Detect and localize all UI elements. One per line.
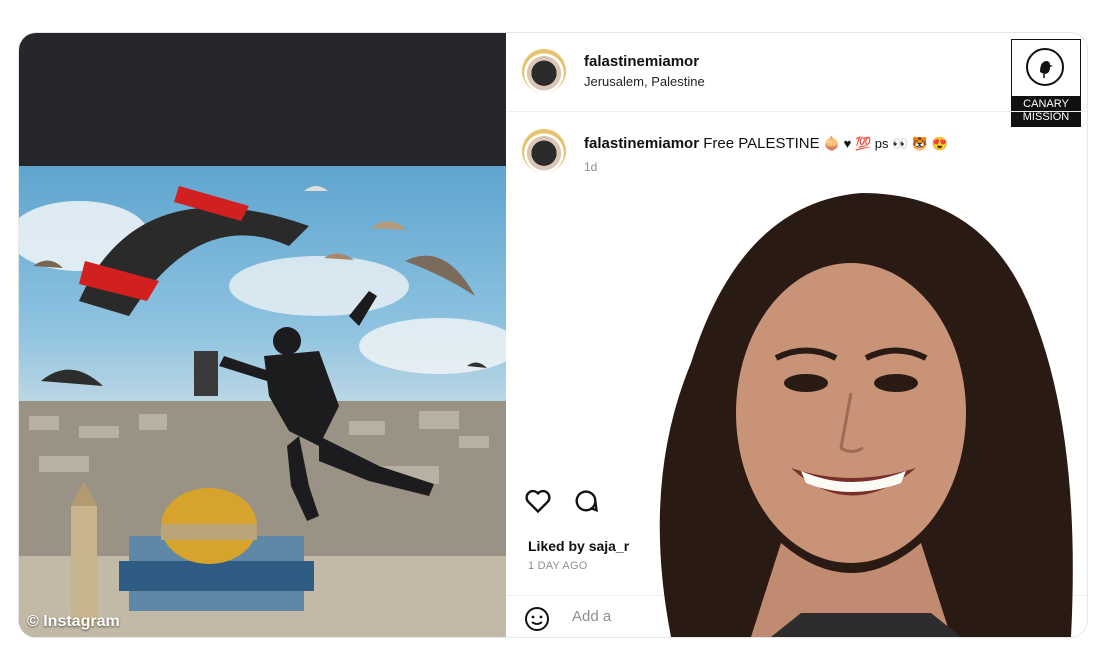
bird-icon	[1026, 48, 1064, 86]
liked-by: Liked by saja_r	[528, 538, 629, 554]
canary-mission-logo: CANARY MISSION	[1011, 39, 1081, 127]
instagram-watermark: © Instagram	[27, 613, 120, 630]
portrait-photo	[659, 193, 1073, 637]
post-actions	[524, 487, 600, 515]
caption-text-block: falastinemiamor Free PALESTINE 🧅 ♥ 💯 ps …	[584, 135, 948, 174]
paraglider-scene-image: © Instagram	[19, 166, 506, 637]
comment-icon[interactable]	[572, 487, 600, 515]
caption-emojis: 🧅 ♥ 💯 ps 👀 🐯 😍	[823, 136, 948, 151]
heart-icon[interactable]	[524, 487, 552, 515]
scene-illustration	[19, 186, 506, 637]
canary-label-line2: MISSION	[1022, 111, 1070, 123]
emoji-icon[interactable]	[524, 606, 550, 632]
caption-text: Free PALESTINE	[703, 135, 820, 152]
comment-input[interactable]: Add a	[572, 608, 611, 625]
media-card: © Instagram falastinemiamor Jerusalem, P…	[18, 32, 1088, 638]
post-location[interactable]: Jerusalem, Palestine	[584, 74, 705, 89]
header-divider	[506, 111, 1087, 112]
post-username[interactable]: falastinemiamor	[584, 53, 705, 70]
caption-username[interactable]: falastinemiamor	[584, 135, 699, 152]
liked-by-user[interactable]: saja_r	[589, 538, 629, 554]
post-time: 1d	[584, 160, 598, 174]
liked-by-prefix: Liked by	[528, 538, 585, 554]
canary-label-line1: CANARY	[1023, 98, 1069, 110]
profile-avatar[interactable]	[522, 49, 566, 93]
caption-avatar[interactable]	[522, 129, 566, 173]
post-date: 1 DAY AGO	[528, 560, 588, 572]
header-text: falastinemiamor Jerusalem, Palestine	[584, 53, 705, 89]
ai-image-panel: © Instagram	[19, 33, 506, 637]
